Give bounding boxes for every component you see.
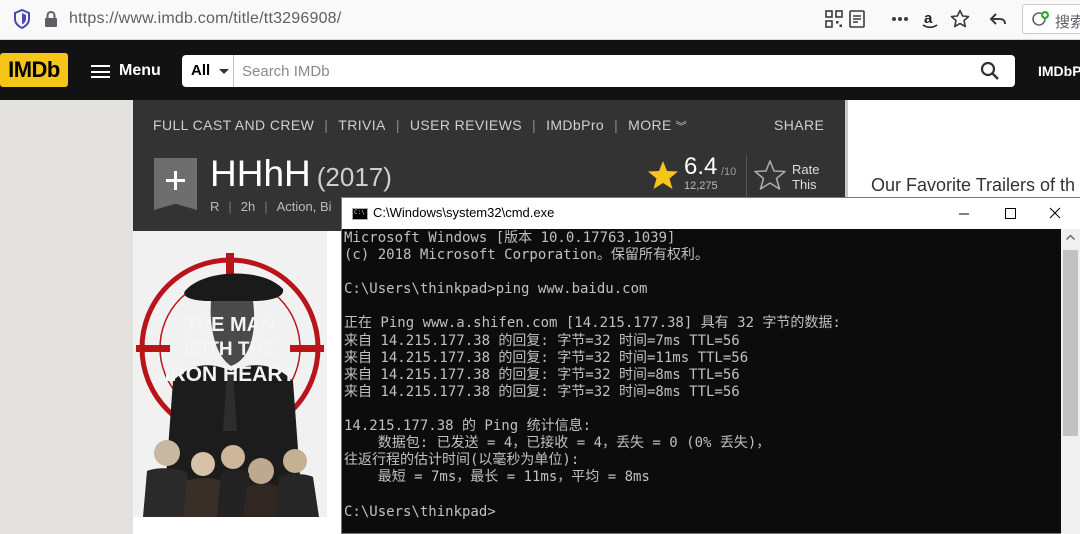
url-bar[interactable]: https://www.imdb.com/title/tt3296908/: [69, 10, 341, 28]
menu-button[interactable]: Menu: [91, 60, 161, 82]
cmd-line: 来自 14.215.177.38 的回复: 字节=32 时间=8ms TTL=5…: [344, 366, 740, 383]
subnav-user-reviews[interactable]: USER REVIEWS: [410, 117, 522, 133]
cmd-line: 往返行程的估计时间(以毫秒为单位):: [344, 452, 580, 469]
cmd-line: [344, 298, 1059, 315]
vote-count[interactable]: 12,275: [684, 180, 718, 192]
cmd-line: 14.215.177.38 的 Ping 统计信息:: [344, 418, 592, 435]
cmd-line: 来自 14.215.177.38 的回复: 字节=32 时间=11ms TTL=…: [344, 349, 749, 366]
close-icon[interactable]: [1032, 198, 1078, 229]
tracking-shield-icon[interactable]: [13, 9, 31, 29]
minimize-icon[interactable]: [941, 198, 987, 229]
cmd-output[interactable]: Microsoft Windows [版本 10.0.17763.1039] (c…: [344, 230, 1059, 533]
imdb-header: IMDb Menu All IMDbPro: [0, 40, 1080, 100]
cmd-line: 最短 = 7ms，最长 = 11ms，平均 = 8ms: [344, 469, 650, 486]
cmd-line: C:\Users\thinkpad>ping www.baidu.com: [344, 281, 648, 298]
poster-title-line3: IRON HEART: [165, 363, 296, 386]
cmd-window-title: C:\Windows\system32\cmd.exe: [373, 205, 555, 220]
poster-caption-area: [133, 517, 327, 534]
movie-year[interactable]: (2017): [317, 162, 392, 192]
rate-label-line1: Rate: [792, 162, 820, 177]
poster-title-line2: WITH THE: [184, 339, 276, 360]
certificate: R: [210, 199, 220, 214]
subnav-imdbpro[interactable]: IMDbPro: [546, 117, 604, 133]
reader-view-icon[interactable]: [846, 8, 868, 30]
subnav-separator: |: [532, 117, 537, 133]
add-to-watchlist-button[interactable]: [154, 158, 197, 210]
cmd-line: 来自 14.215.177.38 的回复: 字节=32 时间=8ms TTL=5…: [344, 383, 740, 400]
qr-code-icon[interactable]: [823, 8, 845, 30]
imdbpro-link[interactable]: IMDbPro: [1038, 61, 1080, 81]
cmd-window: C:\Windows\system32\cmd.exe Microsoft Wi…: [341, 197, 1080, 534]
meta-separator: |: [264, 199, 268, 214]
svg-text:a: a: [924, 10, 933, 27]
rating-max: /10: [721, 166, 737, 178]
subnav-separator: |: [395, 117, 400, 133]
cmd-line: C:\Users\thinkpad>: [344, 503, 496, 520]
search-engine-icon: [1032, 11, 1049, 26]
menu-label: Menu: [119, 62, 161, 79]
cmd-scrollbar[interactable]: [1061, 229, 1080, 534]
caret-down-icon: [219, 69, 229, 74]
page-actions-ellipsis-icon[interactable]: [889, 8, 911, 30]
imdb-search-input[interactable]: [242, 55, 962, 87]
cmd-line: (c) 2018 Microsoft Corporation。保留所有权利。: [344, 247, 709, 264]
title-subnav: FULL CAST AND CREW | TRIVIA | USER REVIEWS | I…: [153, 117, 687, 135]
scroll-up-arrow-icon[interactable]: [1061, 229, 1080, 246]
browser-search-box[interactable]: 搜索: [1022, 4, 1080, 34]
rate-label-line2: This: [792, 177, 817, 192]
rating-value: 6.4: [684, 153, 718, 180]
search-category-dropdown[interactable]: All: [182, 55, 234, 87]
lock-icon[interactable]: [44, 10, 58, 28]
share-link[interactable]: SHARE: [774, 117, 824, 133]
poster-title-line1: THE MAN: [184, 314, 275, 336]
meta-separator: |: [228, 199, 232, 214]
cmd-titlebar[interactable]: C:\Windows\system32\cmd.exe: [342, 198, 1080, 229]
cmd-line: 数据包: 已发送 = 4，已接收 = 4，丢失 = 0 (0% 丢失)，: [344, 435, 771, 452]
genres[interactable]: Action, Bi: [277, 199, 332, 214]
scroll-thumb[interactable]: [1063, 250, 1078, 436]
movie-meta: R | 2h | Action, Bi: [210, 199, 332, 214]
search-icon[interactable]: [980, 61, 1000, 81]
console-icon: [352, 208, 368, 220]
subnav-more[interactable]: MORE ︾: [628, 117, 687, 134]
hamburger-icon: [91, 65, 110, 78]
subnav-trivia[interactable]: TRIVIA: [338, 117, 386, 133]
sidebar-trailers: Our Favorite Trailers of th: [845, 100, 1080, 198]
cmd-line: 正在 Ping www.a.shifen.com [14.215.177.38]…: [344, 315, 841, 332]
cmd-line: [344, 264, 1059, 281]
rate-this-button[interactable]: Rate This: [792, 162, 819, 192]
browser-toolbar: https://www.imdb.com/title/tt3296908/ a: [0, 0, 1080, 40]
maximize-icon[interactable]: [987, 198, 1033, 229]
cmd-line: [344, 401, 1059, 418]
bookmark-star-icon[interactable]: [949, 8, 971, 30]
browser-search-label: 搜索: [1055, 14, 1080, 31]
amazon-icon[interactable]: a: [919, 8, 941, 30]
rate-star-outline-icon[interactable]: [753, 159, 787, 191]
search-category-label: All: [191, 62, 211, 79]
subnav-separator: |: [324, 117, 329, 133]
double-chevron-down-icon: ︾: [675, 121, 688, 133]
trailers-heading[interactable]: Our Favorite Trailers of th: [871, 175, 1075, 196]
page-gutter: [0, 100, 133, 534]
imdb-search-box: All: [182, 55, 1015, 87]
movie-title: HHhH (2017): [210, 153, 392, 195]
back-arrow-icon[interactable]: [987, 8, 1009, 30]
imdb-logo[interactable]: IMDb: [0, 53, 68, 87]
url-host: https://www.imdb.com: [69, 10, 229, 27]
movie-title-text: HHhH: [210, 153, 311, 194]
star-icon: [648, 161, 678, 189]
runtime: 2h: [240, 199, 256, 214]
subnav-full-cast[interactable]: FULL CAST AND CREW: [153, 117, 314, 133]
cmd-line: Microsoft Windows [版本 10.0.17763.1039]: [344, 230, 676, 246]
url-path: /title/tt3296908/: [228, 10, 342, 27]
cmd-line: [344, 486, 1059, 503]
cmd-line: 来自 14.215.177.38 的回复: 字节=32 时间=7ms TTL=5…: [344, 332, 740, 349]
poster-artwork: THE MAN WITH THE IRON HEART: [133, 231, 327, 517]
subnav-more-label: MORE: [628, 117, 672, 133]
subnav-separator: |: [614, 117, 619, 133]
movie-poster[interactable]: THE MAN WITH THE IRON HEART: [133, 231, 327, 517]
plus-icon: [166, 171, 185, 190]
